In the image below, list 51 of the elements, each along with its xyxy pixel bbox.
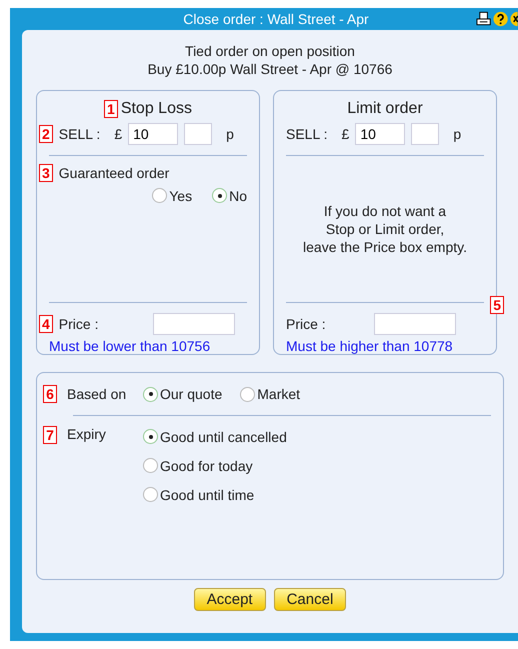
radio-icon[interactable] [212, 188, 228, 204]
printer-icon[interactable] [476, 11, 492, 27]
expiry-label: Expiry [67, 426, 107, 444]
radio-option[interactable]: Good until time [143, 486, 254, 502]
radio-option[interactable]: Our quote [143, 386, 222, 402]
radio-icon[interactable] [152, 188, 168, 204]
sell-label: SELL : [58, 126, 100, 142]
dialog-button[interactable]: Cancel [274, 588, 346, 611]
radio-icon[interactable] [240, 386, 256, 402]
price-hint: Must be lower than 10756 [49, 338, 212, 354]
radio-option[interactable]: Market [240, 386, 300, 402]
price-hint: Must be higher than 10778 [286, 338, 454, 354]
close-icon[interactable] [510, 11, 518, 27]
radio-option[interactable]: Good for today [143, 458, 253, 474]
step-marker: 3 [39, 164, 53, 182]
panel-title: Limit order [347, 100, 423, 118]
step-marker: 5 [490, 296, 504, 314]
step-marker: 6 [43, 385, 57, 403]
radio-icon[interactable] [143, 386, 158, 402]
dialog-button[interactable]: Accept [194, 588, 266, 611]
sell-label: SELL : [286, 126, 328, 142]
radio-option[interactable]: Good until cancelled [143, 428, 287, 444]
price-label: Price : [286, 316, 327, 332]
panel-title: Stop Loss [120, 100, 192, 118]
price-field[interactable] [374, 312, 456, 335]
step-marker: 4 [39, 314, 53, 333]
based-on-label: Based on [67, 386, 128, 402]
price-field[interactable] [152, 312, 235, 335]
header-text: Tied order on open position [184, 42, 356, 60]
header-text: Buy £10.00p Wall Street - Apr @ 10766 [146, 60, 394, 78]
unit-label: p [226, 126, 234, 142]
pounds-field[interactable]: 10 [128, 123, 178, 146]
currency-label: £ [114, 126, 122, 142]
guaranteed-label: Guaranteed order [58, 164, 170, 181]
radio-icon[interactable] [143, 487, 158, 502]
step-marker: 2 [39, 125, 53, 144]
unit-label: p [453, 126, 462, 142]
step-marker: 7 [43, 426, 57, 444]
pence-field[interactable] [411, 123, 440, 146]
price-label: Price : [58, 316, 100, 332]
help-icon[interactable] [493, 11, 508, 27]
info-text: If you do not want a Stop or Limit order, leave the Price box empty. [302, 202, 468, 256]
radio-option[interactable]: No [212, 188, 247, 204]
window-title: Close order : Wall Street - Apr [182, 11, 370, 27]
radio-option[interactable]: Yes [152, 188, 192, 204]
pence-field[interactable] [184, 123, 212, 146]
radio-icon[interactable] [143, 458, 158, 473]
radio-icon[interactable] [143, 429, 158, 444]
pounds-field[interactable]: 10 [355, 123, 406, 146]
currency-label: £ [342, 126, 350, 142]
step-marker: 1 [104, 100, 118, 118]
